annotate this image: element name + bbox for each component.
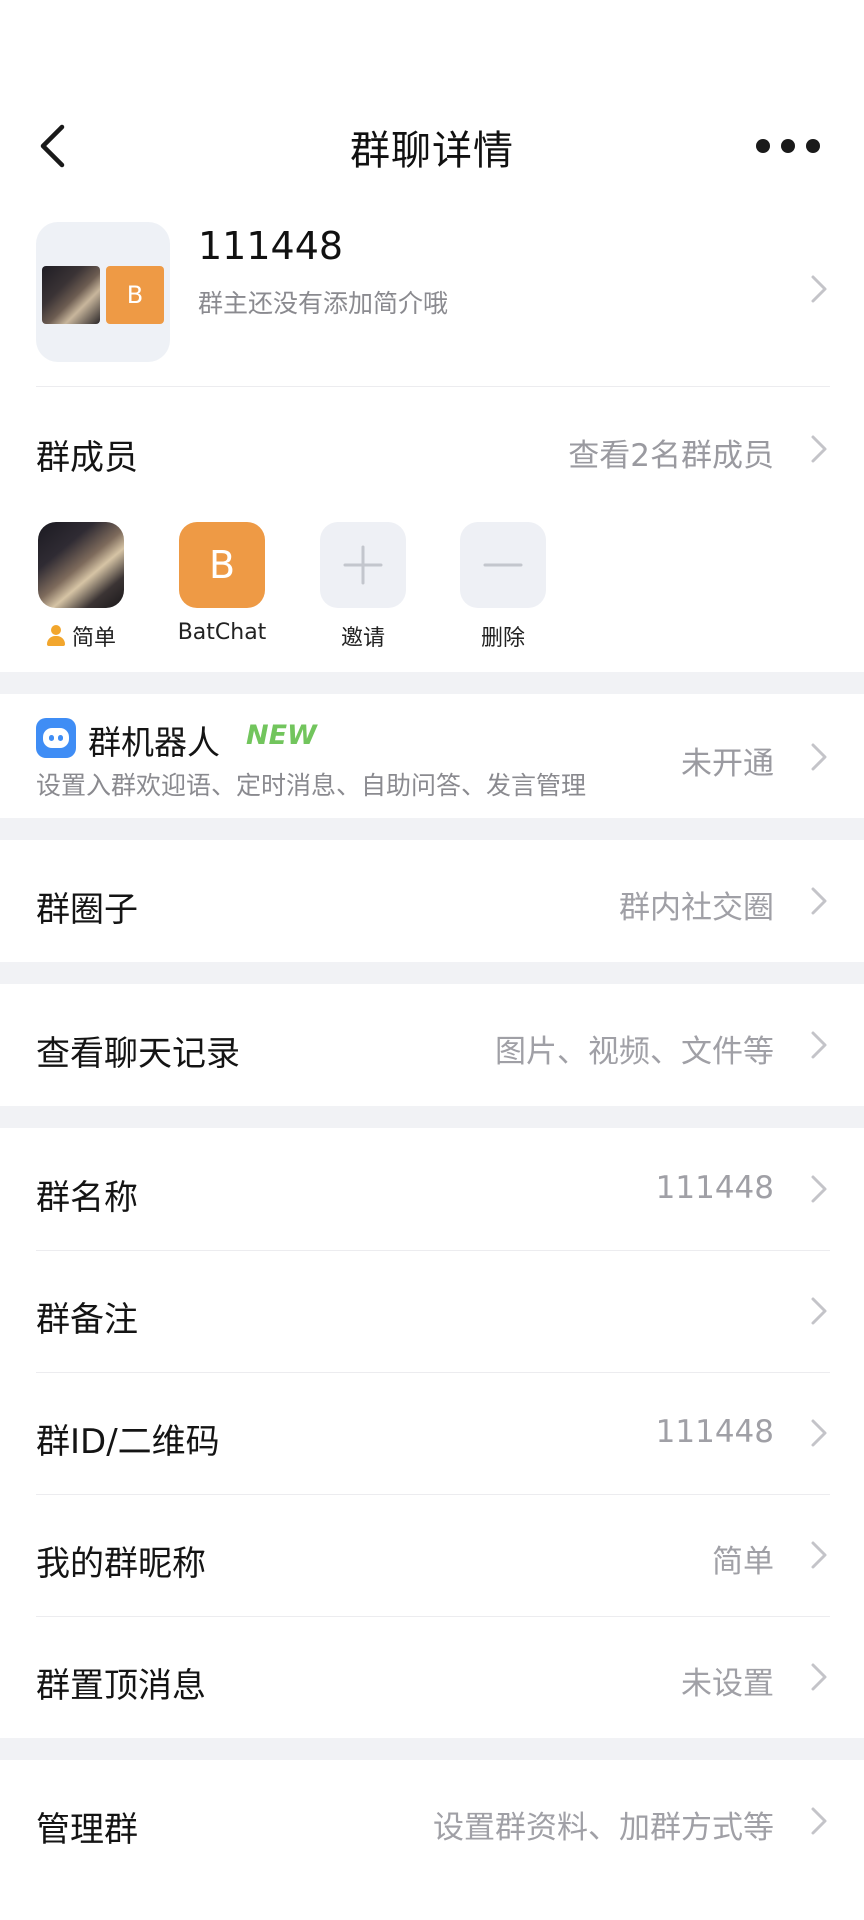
divider <box>36 1372 830 1373</box>
chat-history-value: 图片、视频、文件等 <box>495 1034 774 1070</box>
setting-label: 群备注 <box>36 1300 138 1340</box>
section-separator <box>0 672 864 694</box>
chevron-right-icon <box>808 1540 830 1570</box>
member-name: 简单 <box>71 626 116 651</box>
chevron-right-icon <box>808 1174 830 1204</box>
robot-icon <box>36 718 76 758</box>
setting-label: 我的群昵称 <box>36 1544 206 1584</box>
group-name: 111448 <box>198 224 344 268</box>
top-navigation-bar: 群聊详情 <box>0 100 864 192</box>
section-separator <box>0 1738 864 1760</box>
setting-value: 未设置 <box>681 1666 774 1702</box>
setting-value: 111448 <box>655 1414 774 1450</box>
divider <box>36 1616 830 1617</box>
member-name: BatChat <box>177 620 267 645</box>
divider <box>36 386 830 387</box>
group-intro: 群主还没有添加简介哦 <box>198 289 449 318</box>
minus-icon <box>483 563 523 567</box>
divider <box>36 1250 830 1251</box>
robot-description: 设置入群欢迎语、定时消息、自助问答、发言管理 <box>36 771 587 800</box>
delete-member-button[interactable]: 删除 <box>460 522 546 652</box>
chevron-right-icon <box>808 274 830 304</box>
plus-icon <box>343 545 383 585</box>
invite-label: 邀请 <box>340 626 385 651</box>
member-letter-thumbnail: B <box>106 266 164 324</box>
group-circle-value: 群内社交圈 <box>619 890 774 926</box>
chevron-right-icon <box>808 742 830 772</box>
setting-value: 简单 <box>712 1544 774 1580</box>
manage-group-value: 设置群资料、加群方式等 <box>433 1810 774 1846</box>
group-circle-label: 群圈子 <box>36 890 138 930</box>
group-avatar: B <box>36 222 170 362</box>
setting-label: 群ID/二维码 <box>36 1422 220 1462</box>
chevron-right-icon <box>808 1662 830 1692</box>
chevron-right-icon <box>808 1030 830 1060</box>
member-photo-thumbnail <box>42 266 100 324</box>
new-badge: NEW <box>246 720 317 751</box>
chevron-right-icon <box>808 434 830 464</box>
section-separator <box>0 818 864 840</box>
divider <box>36 1494 830 1495</box>
avatar <box>38 522 124 608</box>
chevron-right-icon <box>808 1806 830 1836</box>
more-icon <box>756 139 770 153</box>
setting-label: 群置顶消息 <box>36 1666 206 1706</box>
chevron-right-icon <box>808 1296 830 1326</box>
setting-value: 111448 <box>655 1170 774 1206</box>
view-members-link[interactable]: 查看2名群成员 <box>568 430 774 475</box>
robot-status: 未开通 <box>681 746 774 782</box>
invite-member-button[interactable]: 邀请 <box>320 522 406 652</box>
robot-title: 群机器人 <box>88 723 220 762</box>
person-icon <box>46 625 66 647</box>
section-separator <box>0 1106 864 1128</box>
member-item[interactable]: B BatChat <box>178 522 266 645</box>
chat-history-label: 查看聊天记录 <box>36 1034 240 1074</box>
chevron-right-icon <box>808 1418 830 1448</box>
member-item[interactable]: 简单 <box>38 522 124 652</box>
more-button[interactable] <box>756 130 820 162</box>
members-label: 群成员 <box>36 438 138 478</box>
chevron-right-icon <box>808 886 830 916</box>
group-info-row[interactable]: B 111448 群主还没有添加简介哦 <box>36 222 830 366</box>
manage-group-label: 管理群 <box>36 1810 138 1850</box>
setting-label: 群名称 <box>36 1178 138 1218</box>
page-title: 群聊详情 <box>350 128 514 174</box>
section-separator <box>0 962 864 984</box>
avatar: B <box>179 522 265 608</box>
delete-label: 删除 <box>480 626 525 651</box>
